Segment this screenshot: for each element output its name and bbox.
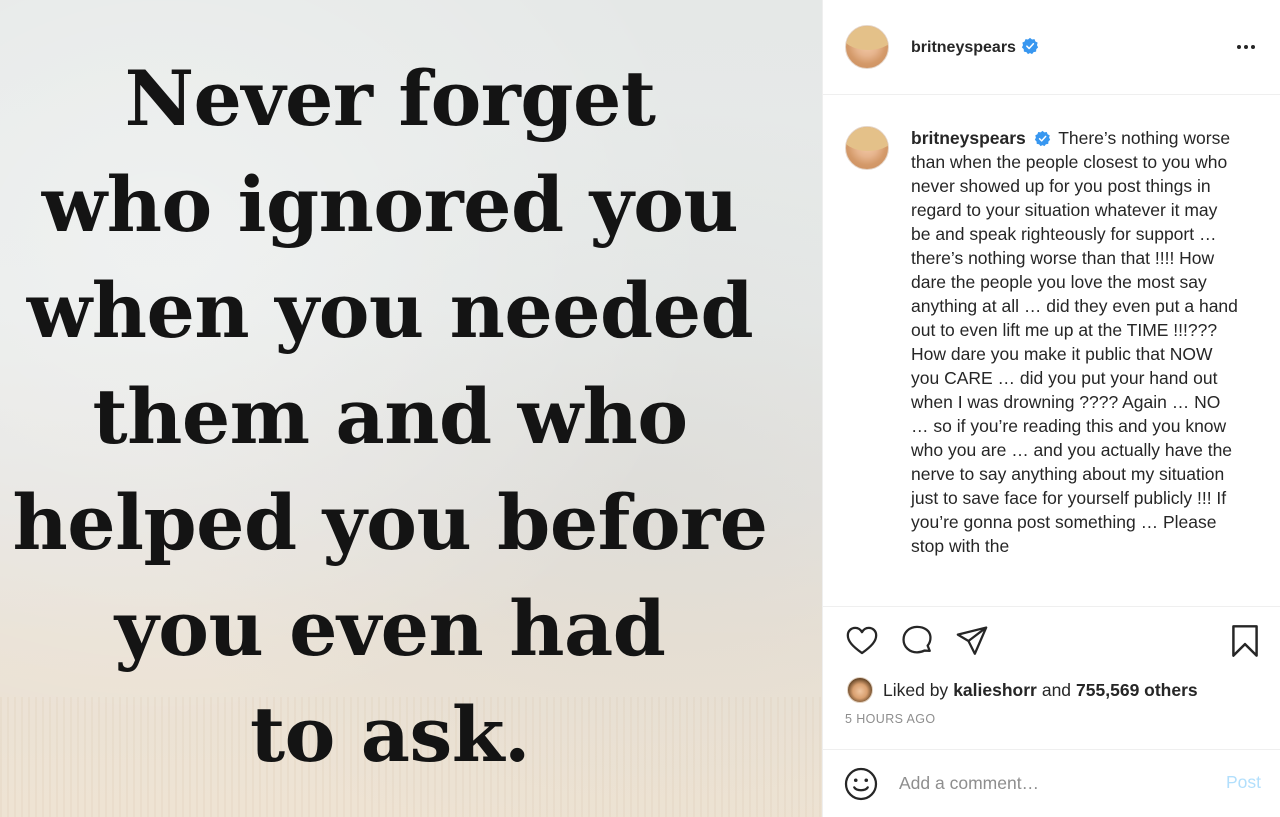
quote-line: helped you before [12, 478, 768, 567]
post-sidebar: britneyspears britneyspears There’s noth… [822, 0, 1280, 817]
liker-username[interactable]: kalieshorr [953, 680, 1037, 701]
post-comment-button[interactable]: Post [1226, 772, 1261, 793]
caption-row: britneyspears There’s nothing worse than… [823, 96, 1280, 558]
more-options-icon[interactable] [1234, 35, 1258, 59]
instagram-post: Never forget who ignored you when you ne… [0, 0, 1280, 817]
author-username[interactable]: britneyspears [911, 37, 1039, 57]
caption-text-block: britneyspears There’s nothing worse than… [911, 126, 1241, 558]
share-icon[interactable] [955, 624, 989, 658]
comments-scroll-area[interactable]: britneyspears There’s nothing worse than… [823, 96, 1280, 604]
smiley-icon[interactable] [843, 766, 879, 802]
comment-input[interactable] [899, 773, 1199, 794]
post-image[interactable]: Never forget who ignored you when you ne… [0, 0, 822, 817]
quote-line: them and who [92, 372, 688, 461]
post-timestamp[interactable]: 5 HOURS AGO [823, 712, 1280, 726]
caption-author-avatar[interactable] [845, 126, 889, 170]
caption-username[interactable]: britneyspears [911, 128, 1026, 148]
post-image-quote: Never forget who ignored you when you ne… [0, 46, 780, 788]
author-username-text[interactable]: britneyspears [911, 39, 1016, 56]
quote-line: who ignored you [41, 160, 739, 249]
likes-prefix: Liked by [883, 679, 949, 700]
quote-line: you even had [114, 584, 666, 673]
likes-count-link[interactable]: 755,569 others [1076, 680, 1198, 701]
verified-badge-icon [1021, 37, 1039, 55]
heart-icon[interactable] [845, 624, 879, 658]
post-actions-section: Liked by kalieshorr and 755,569 others 5… [823, 606, 1280, 817]
likes-summary: Liked by kalieshorr and 755,569 others [823, 675, 1280, 705]
comment-form: Post [823, 749, 1280, 817]
quote-line: Never forget [124, 54, 656, 143]
action-bar [823, 607, 1280, 675]
caption-text: There’s nothing worse than when the peop… [911, 128, 1238, 556]
author-avatar[interactable] [845, 25, 889, 69]
likes-conjunction: and [1041, 679, 1072, 700]
verified-badge-icon [1034, 130, 1050, 147]
comment-icon[interactable] [900, 624, 934, 658]
bookmark-icon[interactable] [1229, 624, 1261, 658]
quote-line: when you needed [26, 266, 754, 355]
quote-line: to ask. [250, 690, 530, 779]
liker-avatar[interactable] [847, 677, 873, 703]
post-header: britneyspears [823, 0, 1280, 95]
